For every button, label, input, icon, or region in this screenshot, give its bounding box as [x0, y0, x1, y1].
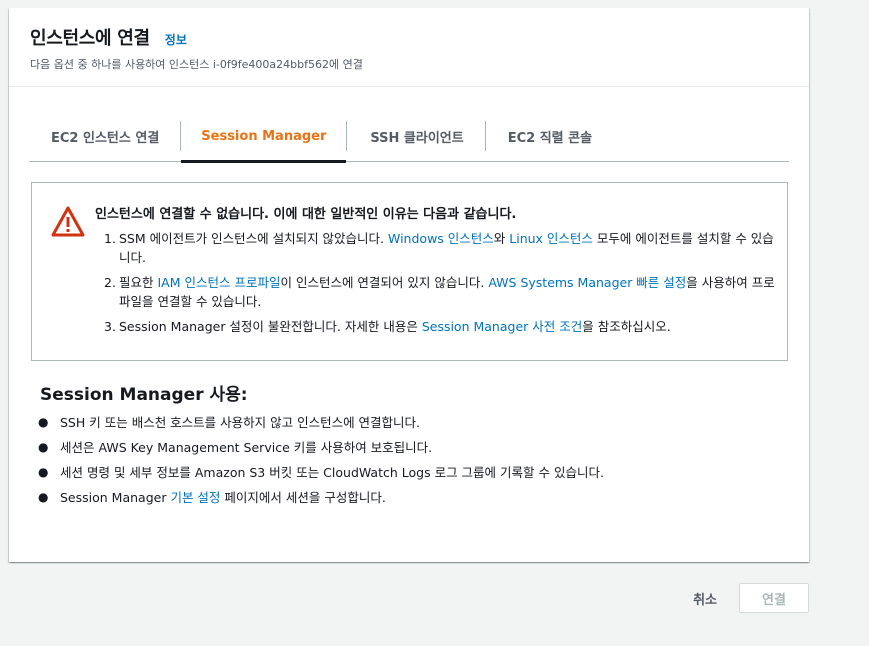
session-manager-prerequisites-link[interactable]: Session Manager 사전 조건: [422, 319, 582, 334]
info-link[interactable]: 정보: [165, 31, 187, 48]
connect-button[interactable]: 연결: [739, 583, 809, 613]
connection-method-tabs: EC2 인스턴스 연결 Session Manager SSH 클라이언트 EC…: [29, 111, 789, 163]
list-text: 필요한 IAM 인스턴스 프로파일이 인스턴스에 연결되어 있지 않습니다. A…: [119, 273, 775, 311]
usage-list: ● SSH 키 또는 배스천 호스트를 사용하지 않고 인스턴스에 연결합니다. …: [38, 410, 778, 510]
list-text: SSH 키 또는 배스천 호스트를 사용하지 않고 인스턴스에 연결합니다.: [60, 415, 421, 430]
bullet-icon: ●: [38, 465, 49, 479]
tab-ec2-serial-console[interactable]: EC2 직렬 콘솔: [486, 111, 612, 161]
text-segment: 이 인스턴스에 연결되어 있지 않습니다.: [280, 275, 489, 290]
alert-body: 인스턴스에 연결할 수 없습니다. 이에 대한 일반적인 이유는 다음과 같습니…: [95, 203, 775, 342]
panel-header: 인스턴스에 연결 정보 다음 옵션 중 하나를 사용하여 인스턴스 i-0f9f…: [9, 8, 809, 87]
list-number: 1.: [104, 231, 116, 246]
bullet-icon: ●: [38, 415, 49, 429]
warning-icon: [51, 206, 85, 237]
linux-instances-link[interactable]: Linux 인스턴스: [509, 231, 593, 246]
tab-session-manager[interactable]: Session Manager: [181, 111, 347, 163]
list-text: 세션은 AWS Key Management Service 키를 사용하여 보…: [60, 440, 433, 455]
preferences-link[interactable]: 기본 설정: [170, 490, 220, 505]
title-row: 인스턴스에 연결 정보: [30, 24, 789, 50]
list-text: Session Manager 기본 설정 페이지에서 세션을 구성합니다.: [60, 485, 386, 510]
list-text: SSM 에이전트가 인스턴스에 설치되지 않았습니다. Windows 인스턴스…: [119, 229, 775, 267]
windows-instances-link[interactable]: Windows 인스턴스: [388, 231, 494, 246]
text-segment: 필요한: [119, 275, 158, 290]
usage-section-title: Session Manager 사용:: [40, 385, 248, 405]
text-segment: 와: [493, 231, 510, 246]
alert-reasons-list: 1. SSM 에이전트가 인스턴스에 설치되지 않았습니다. Windows 인…: [95, 229, 775, 336]
list-item: ● Session Manager 기본 설정 페이지에서 세션을 구성합니다.: [38, 485, 778, 510]
page-subtitle: 다음 옵션 중 하나를 사용하여 인스턴스 i-0f9fe400a24bbf56…: [30, 58, 363, 71]
text-segment: 페이지에서 세션을 구성합니다.: [220, 490, 386, 505]
connection-error-alert: 인스턴스에 연결할 수 없습니다. 이에 대한 일반적인 이유는 다음과 같습니…: [31, 182, 788, 361]
bullet-icon: ●: [38, 490, 49, 504]
list-item: ● 세션 명령 및 세부 정보를 Amazon S3 버킷 또는 CloudWat…: [38, 460, 778, 485]
list-text: Session Manager 설정이 불완전합니다. 자세한 내용은 Sess…: [119, 317, 775, 336]
cancel-button[interactable]: 취소: [693, 589, 739, 608]
list-number: 3.: [104, 319, 116, 334]
list-item: 1. SSM 에이전트가 인스턴스에 설치되지 않았습니다. Windows 인…: [104, 229, 775, 267]
tab-ssh-client[interactable]: SSH 클라이언트: [347, 111, 484, 161]
alert-title: 인스턴스에 연결할 수 없습니다. 이에 대한 일반적인 이유는 다음과 같습니…: [95, 207, 517, 222]
text-segment: 을 참조하십시오.: [582, 319, 671, 334]
systems-manager-quick-setup-link[interactable]: AWS Systems Manager 빠른 설정: [488, 275, 686, 290]
list-item: 2. 필요한 IAM 인스턴스 프로파일이 인스턴스에 연결되어 있지 않습니다…: [104, 273, 775, 311]
list-item: 3. Session Manager 설정이 불완전합니다. 자세한 내용은 S…: [104, 317, 775, 336]
list-item: ● SSH 키 또는 배스천 호스트를 사용하지 않고 인스턴스에 연결합니다.: [38, 410, 778, 435]
footer-actions: 취소 연결: [693, 583, 809, 613]
iam-instance-profile-link[interactable]: IAM 인스턴스 프로파일: [157, 275, 280, 290]
bullet-icon: ●: [38, 440, 49, 454]
list-item: ● 세션은 AWS Key Management Service 키를 사용하여 …: [38, 435, 778, 460]
page-title: 인스턴스에 연결: [30, 28, 150, 49]
list-number: 2.: [104, 275, 116, 290]
connect-instance-panel: 인스턴스에 연결 정보 다음 옵션 중 하나를 사용하여 인스턴스 i-0f9f…: [9, 8, 809, 562]
text-segment: SSM 에이전트가 인스턴스에 설치되지 않았습니다.: [119, 231, 388, 246]
list-text: 세션 명령 및 세부 정보를 Amazon S3 버킷 또는 CloudWatc…: [60, 465, 604, 480]
text-segment: Session Manager 설정이 불완전합니다. 자세한 내용은: [119, 319, 422, 334]
tab-ec2-instance-connect[interactable]: EC2 인스턴스 연결: [29, 111, 180, 161]
text-segment: Session Manager: [60, 490, 171, 505]
